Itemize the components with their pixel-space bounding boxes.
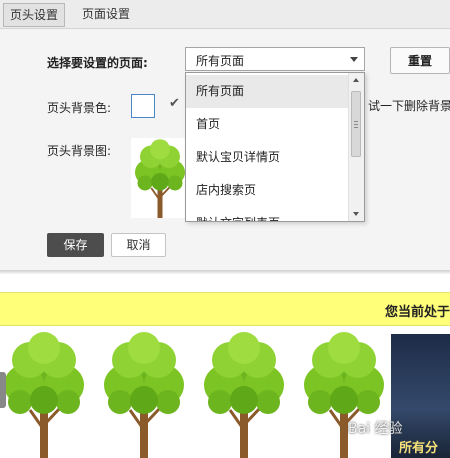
page-select-value: 所有页面 [196, 54, 245, 68]
cancel-button[interactable]: 取消 [111, 233, 166, 257]
dropdown-option[interactable]: 默认文字列表页 [186, 207, 349, 221]
grip-line [354, 121, 358, 122]
tab-bar: 页头设置 页面设置 [0, 0, 450, 29]
bg-image-label: 页头背景图: [47, 144, 112, 158]
tab-header-settings[interactable]: 页头设置 [3, 3, 66, 27]
tree-image [2, 330, 86, 458]
banner-photo: 所有分 [391, 334, 450, 458]
save-button[interactable]: 保存 [47, 233, 104, 257]
tree-image [102, 330, 186, 458]
dropdown-scrollbar[interactable] [348, 73, 364, 221]
tree-image [202, 330, 286, 458]
page-dropdown-list: 所有页面 首页 默认宝贝详情页 店内搜索页 默认文字列表页 [185, 72, 365, 222]
watermark: Bai 经验 [348, 421, 403, 437]
dropdown-option[interactable]: 所有页面 [186, 75, 349, 108]
dropdown-option[interactable]: 首页 [186, 108, 349, 141]
bg-color-label: 页头背景色: [47, 101, 112, 115]
location-text: 您当前处于 [384, 305, 450, 320]
tree-image [302, 330, 386, 458]
photo-caption: 所有分 [399, 441, 439, 456]
scroll-up-icon[interactable] [353, 78, 359, 82]
scroll-down-icon[interactable] [353, 212, 359, 216]
scrollbar-thumb[interactable] [351, 91, 361, 157]
location-bar: 您当前处于 [0, 292, 450, 326]
bg-image-thumbnail[interactable] [131, 138, 189, 219]
tree-image [134, 138, 186, 219]
tab-page-settings[interactable]: 页面设置 [76, 3, 136, 25]
grip-line [354, 124, 358, 125]
dropdown-option[interactable]: 默认宝贝详情页 [186, 141, 349, 174]
remove-bg-hint: 试一下删除背景 [368, 99, 450, 113]
page-select-label: 选择要设置的页面: [47, 56, 148, 70]
reset-button[interactable]: 重置 [390, 47, 450, 74]
bg-color-picker[interactable] [131, 94, 155, 118]
chevron-down-icon [350, 57, 358, 62]
grip-line [354, 127, 358, 128]
dropdown-option[interactable]: 店内搜索页 [186, 174, 349, 207]
page-select[interactable]: 所有页面 [185, 47, 365, 71]
check-icon[interactable]: ✔ [169, 96, 180, 111]
side-collapse-handle[interactable] [0, 372, 6, 408]
